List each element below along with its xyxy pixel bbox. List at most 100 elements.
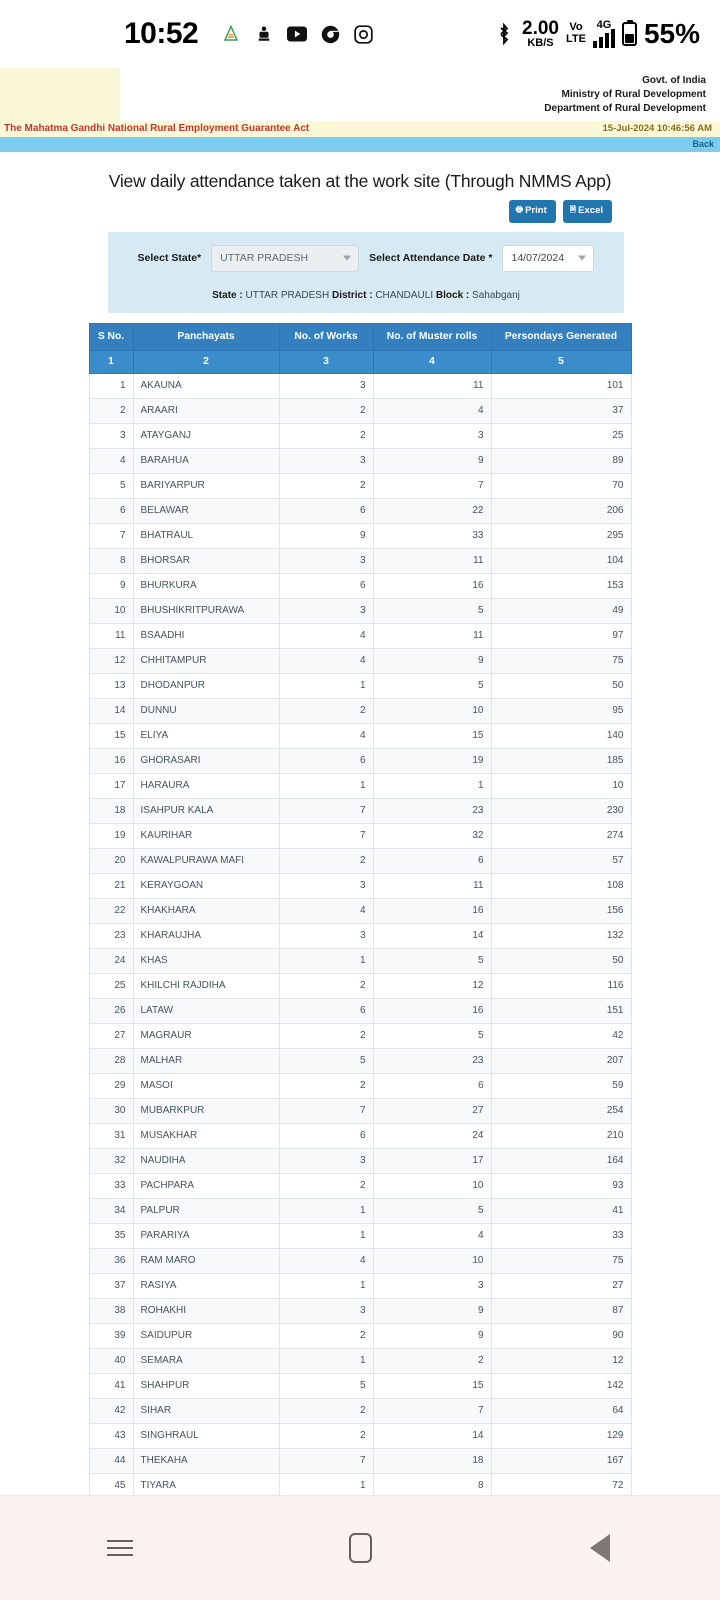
cell-persondays: 207	[490, 1048, 632, 1075]
table-row: 37 RASIYA 1 3 27	[88, 1273, 632, 1300]
battery-percent-label: 55%	[643, 18, 700, 49]
table-row: 21 KERAYGOAN 3 11 108	[88, 873, 632, 900]
cell-panchayat: KAURIHAR	[132, 823, 280, 850]
cell-serial-no: 17	[88, 773, 134, 800]
table-row: 20 KAWALPURAWA MAFI 2 6 57	[88, 848, 632, 875]
cell-no-of-muster-rolls: 9	[372, 1323, 492, 1350]
cell-serial-no: 7	[88, 523, 134, 550]
cell-no-of-works: 2	[278, 1073, 374, 1100]
cell-panchayat: HARAURA	[132, 773, 280, 800]
home-button[interactable]	[330, 1526, 390, 1570]
recent-apps-button[interactable]	[90, 1526, 150, 1570]
cell-no-of-works: 2	[278, 1423, 374, 1450]
table-row: 17 HARAURA 1 1 10	[88, 773, 632, 800]
cell-no-of-muster-rolls: 16	[372, 998, 492, 1025]
cell-no-of-muster-rolls: 1	[372, 773, 492, 800]
cell-no-of-muster-rolls: 14	[372, 1423, 492, 1450]
select-state-label-text: Select State	[137, 252, 198, 265]
signal-icon: 4G	[592, 20, 615, 48]
block-name-value: Sahabganj	[472, 289, 520, 301]
cell-persondays: 50	[490, 673, 632, 700]
cell-persondays: 164	[490, 1148, 632, 1175]
cell-no-of-works: 7	[278, 1098, 374, 1125]
cell-persondays: 41	[490, 1198, 632, 1225]
table-row: 5 BARIYARPUR 2 7 70	[88, 473, 632, 500]
battery-icon	[621, 20, 637, 46]
cell-no-of-works: 6	[278, 573, 374, 600]
excel-button[interactable]: 🗎 Excel	[562, 199, 612, 223]
cell-no-of-muster-rolls: 2	[372, 1348, 492, 1375]
cell-serial-no: 34	[88, 1198, 134, 1225]
table-row: 44 THEKAHA 7 18 167	[88, 1448, 632, 1475]
cell-persondays: 95	[490, 698, 632, 725]
state-select[interactable]: UTTAR PRADESH	[211, 244, 360, 272]
print-button-label: Print	[525, 205, 547, 217]
cell-serial-no: 3	[88, 423, 134, 450]
cell-serial-no: 23	[88, 923, 134, 950]
cell-serial-no: 38	[88, 1298, 134, 1325]
excel-button-label: Excel	[578, 205, 603, 217]
page-nav-bar: Back	[0, 136, 720, 152]
table-row: 22 KHAKHARA 4 16 156	[88, 898, 632, 925]
cell-serial-no: 18	[88, 798, 134, 825]
table-row: 11 BSAADHI 4 11 97	[88, 623, 632, 650]
cell-panchayat: KHARAUJHA	[132, 923, 280, 950]
print-button[interactable]: 🖶 Print	[508, 199, 556, 223]
back-link[interactable]: Back	[692, 139, 714, 149]
cell-persondays: 57	[490, 848, 632, 875]
cell-persondays: 206	[490, 498, 632, 525]
cell-panchayat: BELAWAR	[132, 498, 280, 525]
cell-no-of-works: 4	[278, 723, 374, 750]
cell-serial-no: 11	[88, 623, 134, 650]
status-bar-clock: 10:52	[124, 17, 199, 50]
cell-panchayat: AKAUNA	[132, 373, 280, 400]
network-speed-indicator: 2.00 KB/S	[522, 19, 559, 49]
page-content: View daily attendance taken at the work …	[0, 171, 720, 1576]
cell-serial-no: 39	[88, 1323, 134, 1350]
bluetooth-icon	[493, 22, 515, 46]
table-row: 43 SINGHRAUL 2 14 129	[88, 1423, 632, 1450]
cell-no-of-muster-rolls: 22	[372, 498, 492, 525]
cell-persondays: 210	[490, 1123, 632, 1150]
table-row: 36 RAM MARO 4 10 75	[88, 1248, 632, 1275]
attendance-date-select[interactable]: 14/07/2024	[502, 244, 595, 272]
table-row: 23 KHARAUJHA 3 14 132	[88, 923, 632, 950]
table-row: 9 BHURKURA 6 16 153	[88, 573, 632, 600]
printer-icon: 🖶	[515, 204, 524, 214]
cell-no-of-muster-rolls: 5	[372, 1023, 492, 1050]
cell-serial-no: 16	[88, 748, 134, 775]
cell-no-of-muster-rolls: 4	[372, 398, 492, 425]
cell-persondays: 49	[490, 598, 632, 625]
cell-no-of-works: 3	[278, 873, 374, 900]
column-number-4: 4	[372, 349, 492, 375]
cell-persondays: 151	[490, 998, 632, 1025]
table-row: 29 MASOI 2 6 59	[88, 1073, 632, 1100]
cell-no-of-works: 2	[278, 698, 374, 725]
table-row: 8 BHORSAR 3 11 104	[88, 548, 632, 575]
chrome-icon	[319, 23, 341, 45]
cell-no-of-works: 3	[278, 923, 374, 950]
cell-panchayat: LATAW	[132, 998, 280, 1025]
select-date-label-text: Select Attendance Date	[369, 252, 486, 265]
cell-panchayat: BHORSAR	[132, 548, 280, 575]
table-row: 30 MUBARKPUR 7 27 254	[88, 1098, 632, 1125]
cell-serial-no: 14	[88, 698, 134, 725]
cell-no-of-muster-rolls: 27	[372, 1098, 492, 1125]
back-icon	[590, 1534, 610, 1562]
act-title-bar: The Mahatma Gandhi National Rural Employ…	[0, 120, 720, 137]
android-navigation-bar	[0, 1495, 720, 1600]
cell-persondays: 70	[490, 473, 632, 500]
cell-no-of-works: 2	[278, 1398, 374, 1425]
cell-no-of-muster-rolls: 7	[372, 1398, 492, 1425]
cell-no-of-works: 6	[278, 998, 374, 1025]
table-row: 24 KHAS 1 5 50	[88, 948, 632, 975]
cell-serial-no: 43	[88, 1423, 134, 1450]
cell-serial-no: 24	[88, 948, 134, 975]
cell-no-of-works: 2	[278, 473, 374, 500]
cell-no-of-works: 7	[278, 823, 374, 850]
back-button[interactable]	[570, 1526, 630, 1570]
cell-serial-no: 33	[88, 1173, 134, 1200]
cell-no-of-works: 4	[278, 623, 374, 650]
cell-no-of-works: 1	[278, 1198, 374, 1225]
table-row: 26 LATAW 6 16 151	[88, 998, 632, 1025]
